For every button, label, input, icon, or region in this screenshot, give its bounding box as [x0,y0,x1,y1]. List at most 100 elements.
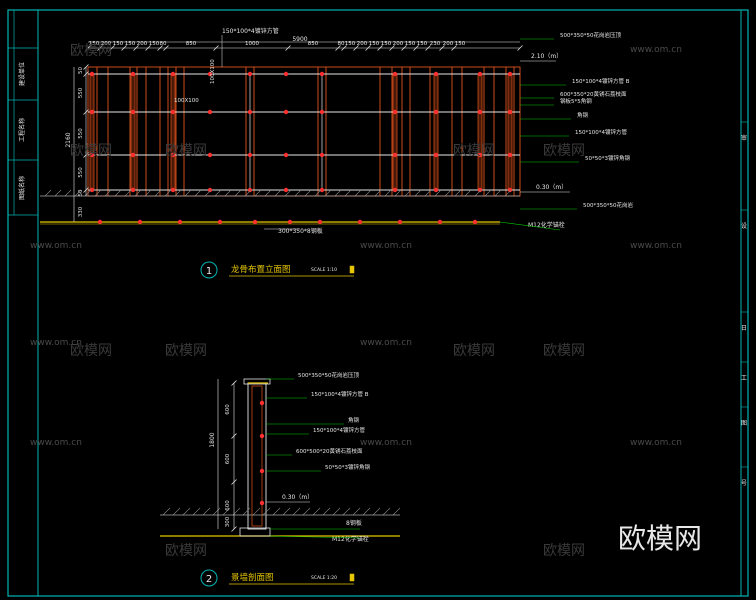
joint-marker [392,109,398,115]
right-callout: 150*100*4镀锌方管 [313,426,365,434]
watermark-url: www.om.cn [30,338,82,348]
watermark-brand: 欧模网 [453,343,495,359]
ground-hatch [234,189,242,197]
ground-hatch [454,189,462,197]
joint-marker [170,71,176,77]
joint-marker [130,152,136,158]
ground-hatch [94,189,102,197]
section-drawing: 600 600 600 1800 300 500*350*50花岗岩压顶 150*100*4… [160,371,401,543]
anchor-marker [437,219,443,225]
watermark-brand: 欧模网 [165,143,207,159]
watermark-url: www.om.cn [360,338,412,348]
joint-marker [89,187,95,193]
ground-hatch [382,507,391,516]
title-strip-label: 审 [741,134,747,142]
watermark-url: www.om.cn [360,241,412,251]
main-upright [392,73,398,191]
ground-hatch [392,507,401,516]
ground-hatch [242,507,251,516]
elevation-drawing: 150 200 150 150 200 150 80 850 1000 850 80 150 200 15… [40,27,633,235]
ground-hatch [364,189,372,197]
ground-hatch [344,189,352,197]
center-note: 100X100 [174,98,199,104]
ground-hatch [332,507,341,516]
ground-hatch [224,189,232,197]
watermark-url: www.om.cn [630,438,682,448]
ground-hatch [184,189,192,197]
drawing-frame [7,9,749,597]
joint-marker [89,71,95,77]
title-strip-label: 号 [741,480,747,487]
ground-hatch [134,189,142,197]
joint-marker [247,109,253,115]
watermark-url: www.om.cn [30,438,82,448]
joint-marker [283,109,289,115]
joint-marker [477,71,483,77]
drawing-2-scale-marker [349,573,355,582]
watermark-brand: 欧模网 [543,143,585,159]
watermark-url: www.om.cn [630,241,682,251]
joint-marker [207,187,213,193]
bottom-note: 300*350*8钢板 [278,227,323,235]
joint-marker [247,187,253,193]
ground-hatch [352,507,361,516]
joint-marker [319,109,325,115]
left-dimension-label: 600 [225,500,231,511]
joint-marker [392,152,398,158]
ground-hatch [254,189,262,197]
joint-marker [319,187,325,193]
joint-marker [507,152,513,158]
anchor-marker [177,219,183,225]
drawing-2-title: 景墙剖面图 [231,572,274,583]
main-upright [130,73,136,191]
watermark-logo: 欧模网 [618,522,702,555]
joint-marker [283,187,289,193]
anchor-callout: M12化学锚栓 [332,535,369,543]
joint-marker [433,152,439,158]
title-strip-label: 设 [741,222,747,230]
drawing-2-scale: SCALE 1:20 [311,575,337,581]
joint-marker [259,400,265,406]
drawing-1-number: 1 [206,266,212,277]
drawing-1-title: 龙骨布置立面图 [231,264,291,275]
ground-hatch [322,507,331,516]
steel-post-section [251,385,263,527]
ground-hatch [114,189,122,197]
ground-hatch [414,189,422,197]
right-callout: 50*50*3镀锌角钢 [585,154,630,162]
ground-hatch [342,507,351,516]
ground-hatch [334,189,342,197]
ground-hatch [264,189,272,197]
level-top-label: 2.10（m） [531,53,562,60]
right-callout: 50*50*3镀锌角钢 [325,463,370,471]
ground-hatch [384,189,392,197]
joint-marker [89,109,95,115]
joint-marker [247,71,253,77]
anchor-marker [472,219,478,225]
base-callout: 8钢板 [346,519,362,527]
ground-hatch [44,189,52,197]
joint-marker [259,468,265,474]
ground-hatch [494,189,502,197]
wall-section-outline [247,382,267,530]
right-callout: 600*350*20黄锈石荔枝面 [560,90,627,98]
ground-hatch [212,507,221,516]
joint-marker [507,187,513,193]
anchor-marker [252,219,258,225]
watermark-brand: 欧模网 [70,43,112,59]
center-note: 100X100 [210,59,216,84]
left-dimension-label: 600 [225,404,231,415]
main-upright [477,73,483,191]
joint-marker [433,71,439,77]
title-strip-label: 图 [741,420,747,427]
ground-hatch [444,189,452,197]
top-note: 150*100*4镀锌方管 [222,27,279,35]
watermark-url: www.om.cn [30,241,82,251]
title-block-label: 建设单位 [18,62,26,86]
right-callout: 150*100*4镀锌方管 B [572,77,630,85]
joint-marker [433,187,439,193]
watermark-url: www.om.cn [630,45,682,55]
joint-marker [130,71,136,77]
joint-marker [170,187,176,193]
main-upright [433,73,439,191]
